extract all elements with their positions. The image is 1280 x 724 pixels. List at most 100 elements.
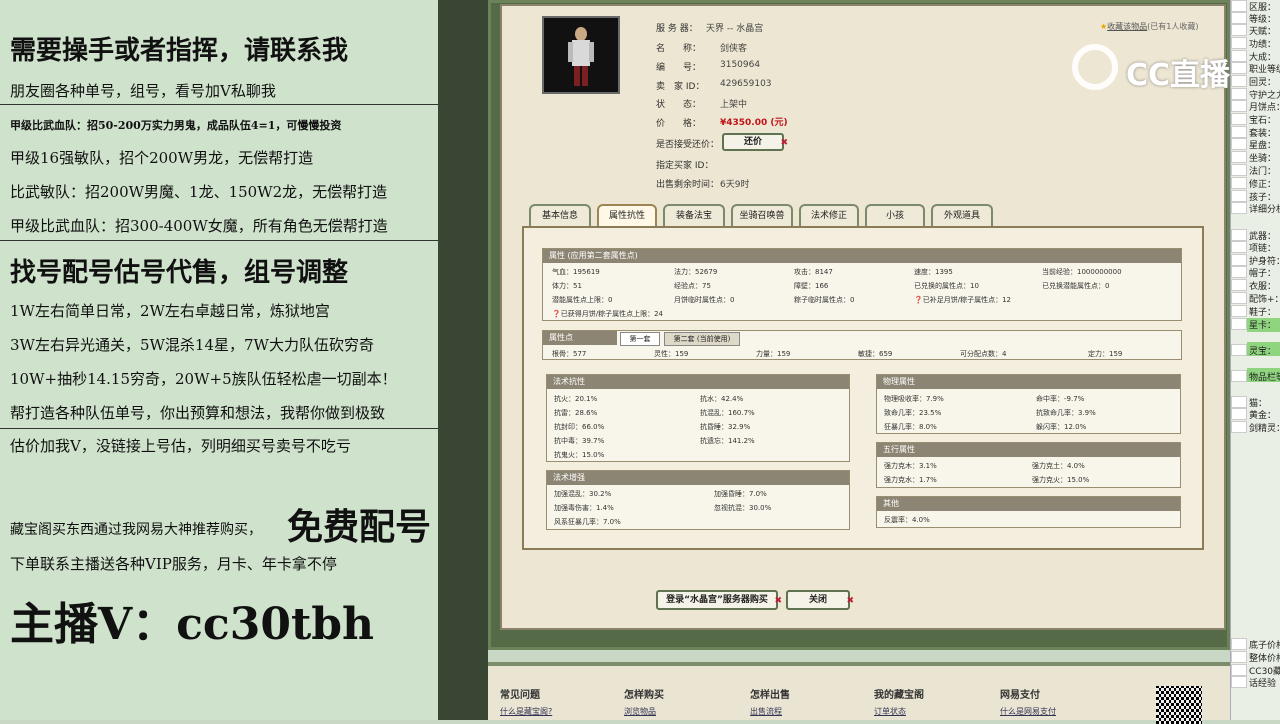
sheet-cell[interactable]	[1231, 676, 1247, 688]
sheet-row-label: 月饼点：	[1249, 103, 1280, 113]
seller-value: 429659103	[720, 79, 772, 89]
sheet-cell[interactable]	[1231, 88, 1247, 100]
sheet-cell[interactable]	[1231, 279, 1247, 291]
sheet-row-label: 坐骑：	[1249, 154, 1277, 164]
sheet-cell[interactable]	[1231, 370, 1247, 382]
phys-cell: 抗致命几率：3.9%	[1036, 409, 1096, 417]
sheet-cell[interactable]	[1231, 254, 1247, 266]
sheet-cell[interactable]	[1231, 664, 1247, 676]
resist-cell: 抗鬼火：15.0%	[554, 451, 605, 459]
sheet-cell[interactable]	[1231, 37, 1247, 49]
sheet-row-label: 鞋子：	[1249, 308, 1277, 318]
footer-link[interactable]: 什么是网易支付	[1000, 706, 1056, 717]
footer-link[interactable]: 订单状态	[874, 706, 906, 717]
name-value: 剑侠客	[720, 44, 748, 54]
sheet-cell[interactable]	[1231, 229, 1247, 241]
tab-child[interactable]: 小孩	[865, 204, 925, 228]
overlay-line: 10W+抽秒14.15穷奇，20W+5族队伍轻松虐一切副本！	[10, 370, 397, 388]
enhance-cell: 加强混乱：30.2%	[554, 490, 612, 498]
sheet-cell[interactable]	[1231, 138, 1247, 150]
attr-cell: 速度：1395	[914, 268, 953, 276]
sheet-row-label: 功绩：	[1249, 40, 1277, 50]
attr-cell: 月饼临时属性点：0	[674, 296, 735, 304]
sheet-cell[interactable]	[1231, 396, 1247, 408]
sheet-cell[interactable]	[1231, 0, 1247, 12]
overlay-line: 甲级比武血队：招300-400W女魔，所有角色无偿帮打造	[10, 217, 388, 235]
sheet-row-label: 天赋：	[1249, 27, 1277, 37]
sheet-cell[interactable]	[1231, 638, 1247, 650]
sheet-row-label: 修正：	[1249, 180, 1277, 190]
sheet-cell[interactable]	[1231, 75, 1247, 87]
sheet-cell[interactable]	[1231, 241, 1247, 253]
close-mark-icon: ✖	[846, 596, 854, 606]
footer-link[interactable]: 出售流程	[750, 706, 782, 717]
tab-basic-info[interactable]: 基本信息	[529, 204, 591, 228]
points-cell: 可分配点数：4	[960, 350, 1007, 358]
sheet-row-label: 回灵：	[1249, 78, 1277, 88]
tab-attributes[interactable]: 属性抗性	[597, 204, 657, 228]
points-set-2-tab[interactable]: 第二套 (当前使用)	[664, 332, 740, 346]
sheet-row-label: 星卡：	[1249, 321, 1277, 331]
five-cell: 强力克木：3.1%	[884, 462, 937, 470]
overlay-line: 主播V：cc30tbh	[10, 599, 375, 650]
five-elements-title: 五行属性	[877, 443, 1180, 457]
sheet-cell[interactable]	[1231, 421, 1247, 433]
sheet-cell[interactable]	[1231, 164, 1247, 176]
sheet-cell[interactable]	[1231, 24, 1247, 36]
site-footer: 常见问题 怎样购买 怎样出售 我的藏宝阁 网易支付 什么是藏宝阁? 浏览物品 出…	[488, 662, 1230, 724]
resist-cell: 抗中毒：39.7%	[554, 437, 605, 445]
enhance-cell: 加强毒伤害：1.4%	[554, 504, 614, 512]
favorite-link[interactable]: ★收藏该物品(已有1人收藏)	[1100, 21, 1199, 32]
phys-cell: 狂暴几率：8.0%	[884, 423, 937, 431]
attr-cell: 当前经验：1000000000	[1042, 268, 1122, 276]
sheet-cell[interactable]	[1231, 266, 1247, 278]
spell-resist-title: 法术抗性	[547, 375, 849, 389]
counter-offer-button[interactable]: 还价 ✖	[722, 133, 788, 151]
tab-appearance[interactable]: 外观道具	[931, 204, 993, 228]
attr-note-text: 已获得月饼/粽子属性点上限：24	[560, 310, 663, 318]
footer-link[interactable]: 浏览物品	[624, 706, 656, 717]
attr-cell: 法力：52679	[674, 268, 718, 276]
sheet-cell[interactable]	[1231, 344, 1247, 356]
sheet-cell[interactable]	[1231, 177, 1247, 189]
other-box-title: 其他	[877, 497, 1180, 511]
footer-heading: 怎样出售	[750, 690, 790, 701]
attr-cell: 攻击：8147	[794, 268, 833, 276]
resist-cell: 抗昏睡：32.9%	[700, 423, 751, 431]
footer-link[interactable]: 什么是藏宝阁?	[500, 706, 552, 717]
sheet-cell[interactable]	[1231, 408, 1247, 420]
five-cell: 强力克土：4.0%	[1032, 462, 1085, 470]
sheet-cell[interactable]	[1231, 151, 1247, 163]
spell-resist-box: 法术抗性	[546, 374, 850, 462]
sheet-cell[interactable]	[1231, 62, 1247, 74]
sheet-cell[interactable]	[1231, 305, 1247, 317]
phys-cell: 致命几率：23.5%	[884, 409, 942, 417]
tab-mounts-pets[interactable]: 坐骑召唤兽	[731, 204, 793, 228]
resist-cell: 抗遗忘：141.2%	[700, 437, 755, 445]
sheet-cell[interactable]	[1231, 113, 1247, 125]
tab-equipment[interactable]: 装备法宝	[663, 204, 725, 228]
price-label: 价 格：	[656, 119, 702, 129]
sheet-cell[interactable]	[1231, 318, 1247, 330]
attr-cell: 已兑换的属性点：10	[914, 282, 979, 290]
sheet-cell[interactable]	[1231, 651, 1247, 663]
points-set-1-tab[interactable]: 第一套	[620, 332, 660, 346]
sheet-cell[interactable]	[1231, 100, 1247, 112]
five-cell: 强力克火：15.0%	[1032, 476, 1090, 484]
tab-spell-correction[interactable]: 法术修正	[799, 204, 859, 228]
sheet-cell[interactable]	[1231, 126, 1247, 138]
resist-cell: 抗混乱：160.7%	[700, 409, 755, 417]
attr-cell: 气血：195619	[552, 268, 600, 276]
overlay-line: 朋友圈各种单号，组号，看号加V私聊我	[10, 82, 276, 100]
sheet-row-label: 详细分析：	[1249, 205, 1280, 215]
sheet-cell[interactable]	[1231, 202, 1247, 214]
sheet-cell[interactable]	[1231, 190, 1247, 202]
sheet-cell[interactable]	[1231, 292, 1247, 304]
close-button[interactable]: 关闭 ✖	[786, 590, 854, 610]
sheet-cell[interactable]	[1231, 12, 1247, 24]
attr-cell: 已兑换潜能属性点：0	[1042, 282, 1110, 290]
login-buy-button[interactable]: 登录“水晶宫”服务器购买 ✖	[656, 590, 782, 610]
sheet-row-label: 话经验	[1249, 679, 1277, 689]
divider	[0, 240, 438, 241]
sheet-cell[interactable]	[1231, 50, 1247, 62]
